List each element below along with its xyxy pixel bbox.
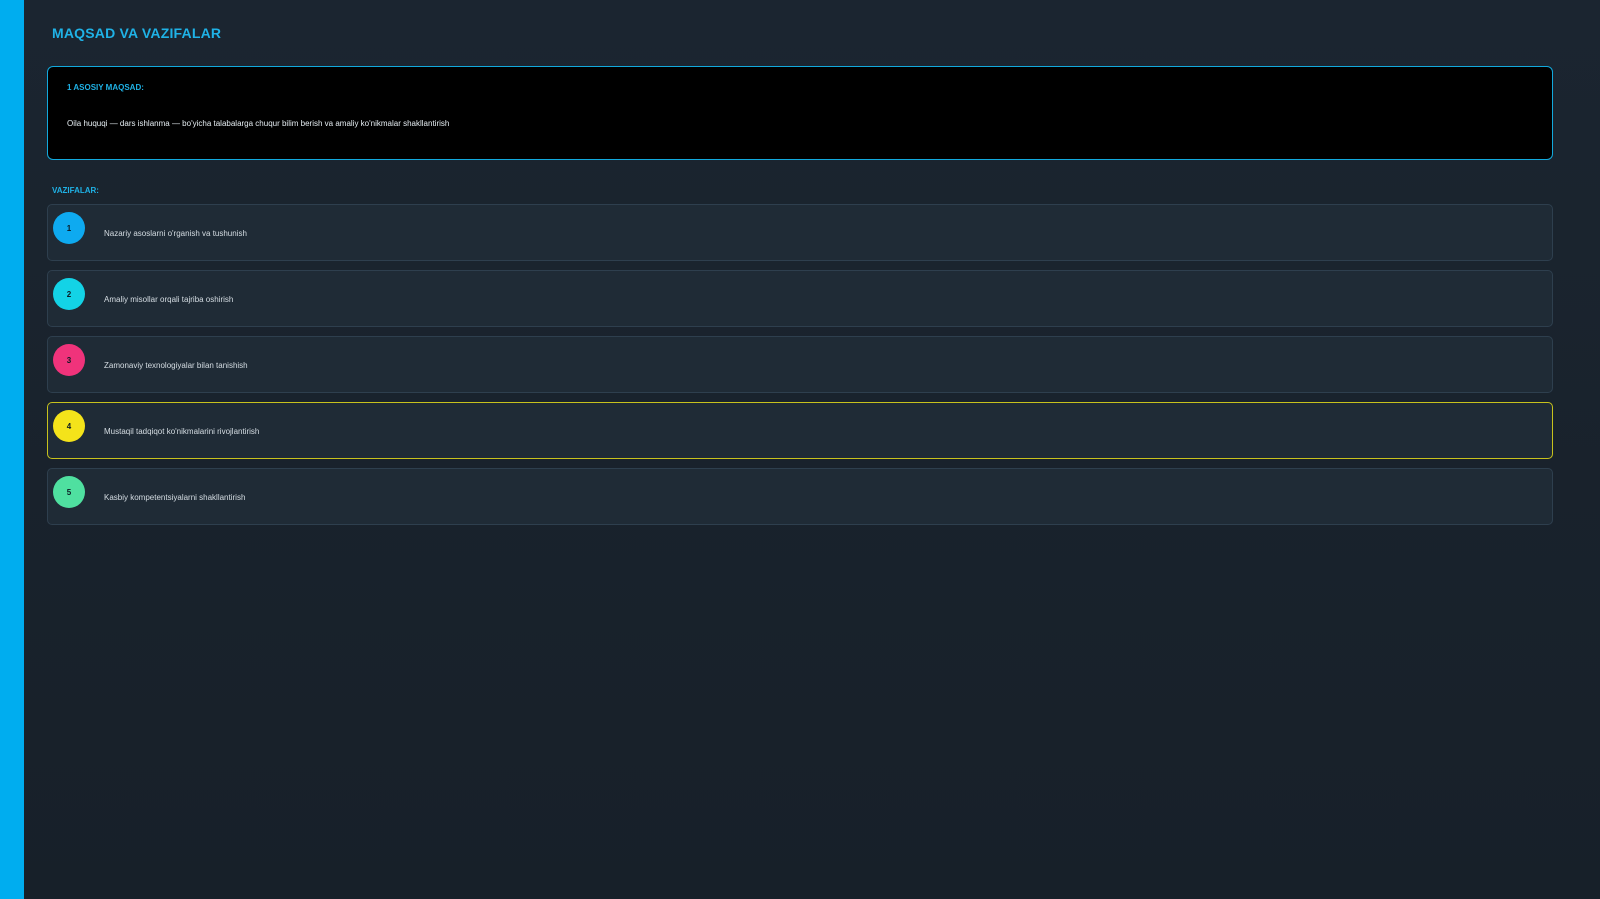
goal-label: 1 ASOSIY MAQSAD: — [67, 83, 144, 92]
task-item-1: 1 Nazariy asoslarni o'rganish va tushuni… — [47, 204, 1553, 261]
task-text: Kasbiy kompetentsiyalarni shakllantirish — [104, 493, 246, 502]
accent-stripe — [0, 0, 24, 899]
task-number-badge: 1 — [53, 212, 85, 244]
task-item-2: 2 Amaliy misollar orqali tajriba oshiris… — [47, 270, 1553, 327]
task-text: Nazariy asoslarni o'rganish va tushunish — [104, 229, 247, 238]
page-title: MAQSAD VA VAZIFALAR — [52, 25, 222, 41]
task-number-badge: 5 — [53, 476, 85, 508]
task-item-3: 3 Zamonaviy texnologiyalar bilan tanishi… — [47, 336, 1553, 393]
task-number-badge: 4 — [53, 410, 85, 442]
task-number-badge: 3 — [53, 344, 85, 376]
task-number-badge: 2 — [53, 278, 85, 310]
goal-card: 1 ASOSIY MAQSAD: Oila huquqi — dars ishl… — [47, 66, 1553, 160]
task-item-5: 5 Kasbiy kompetentsiyalarni shakllantiri… — [47, 468, 1553, 525]
task-item-4: 4 Mustaqil tadqiqot ko'nikmalarini rivoj… — [47, 402, 1553, 459]
tasks-label: VAZIFALAR: — [52, 186, 99, 195]
task-text: Mustaqil tadqiqot ko'nikmalarini rivojla… — [104, 427, 260, 436]
task-text: Amaliy misollar orqali tajriba oshirish — [104, 295, 234, 304]
goal-text: Oila huquqi — dars ishlanma — bo'yicha t… — [67, 119, 450, 128]
task-text: Zamonaviy texnologiyalar bilan tanishish — [104, 361, 248, 370]
slide-content: MAQSAD VA VAZIFALAR 1 ASOSIY MAQSAD: Oil… — [24, 0, 1600, 899]
